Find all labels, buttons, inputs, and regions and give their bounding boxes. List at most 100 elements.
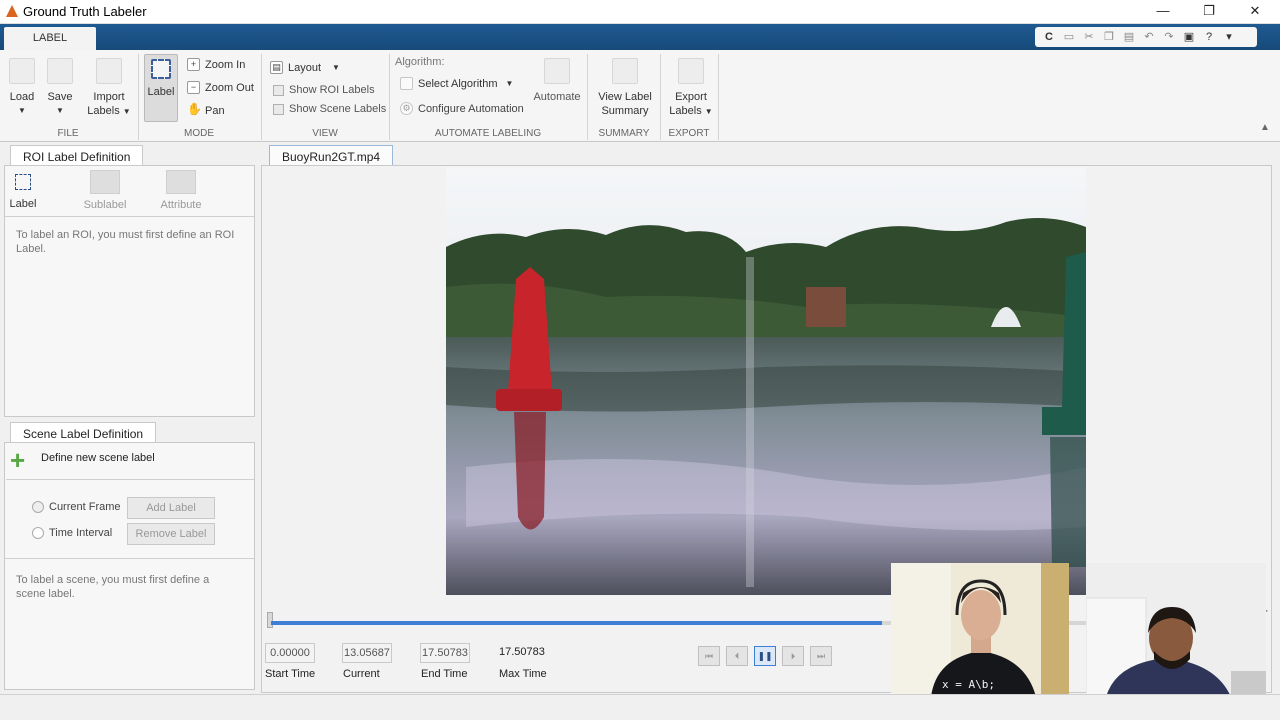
current-time-field[interactable]: 13.05687 (342, 643, 392, 663)
show-scene-labels-checkbox[interactable]: Show Scene Labels (273, 103, 386, 115)
layout-icon: ▤ (270, 61, 283, 74)
configure-automation-label: Configure Automation (418, 102, 524, 115)
video-image (446, 167, 1086, 595)
person-image (1086, 563, 1266, 697)
timeline-progress (271, 621, 883, 625)
pause-button[interactable]: ❚❚ (754, 646, 776, 666)
import-labels-button[interactable]: Import Labels ▼ (84, 58, 134, 119)
show-roi-labels-checkbox[interactable]: Show ROI Labels (273, 84, 375, 96)
gear-icon: ⚙ (400, 102, 413, 115)
load-button[interactable]: Load ▼ (6, 58, 38, 118)
max-time-label: Max Time (499, 668, 547, 680)
select-algorithm-dropdown[interactable]: Select Algorithm ▼ (400, 77, 513, 90)
save-icon[interactable]: ▭ (1061, 30, 1077, 44)
add-label-button[interactable]: Add Label (127, 497, 215, 519)
document-tab[interactable]: BuoyRun2GT.mp4 (269, 145, 394, 166)
remove-label-button[interactable]: Remove Label (127, 523, 215, 545)
load-label: Load (9, 91, 35, 103)
next-frame-button[interactable]: ⏵ (782, 646, 804, 666)
save-button[interactable]: Save ▼ (44, 58, 76, 118)
radio-icon (32, 501, 44, 513)
group-export: EXPORT (668, 128, 710, 139)
title-bar (0, 0, 1280, 24)
hand-icon: ✋ (187, 102, 202, 116)
previous-frame-button[interactable]: ⏴ (726, 646, 748, 666)
paste-icon[interactable]: ▤ (1121, 30, 1137, 44)
view-label-summary-button[interactable]: View Label Summary (594, 58, 656, 118)
zoom-out-button[interactable]: − Zoom Out (187, 81, 254, 94)
export-labels-button[interactable]: Export Labels ▼ (666, 58, 716, 119)
divider (5, 216, 254, 217)
divider (718, 54, 719, 140)
webcam-left: x = A\b; (891, 563, 1069, 697)
scene-hint-text: To label a scene, you must first define … (16, 574, 210, 600)
pan-button[interactable]: ✋ Pan (187, 102, 225, 117)
cut-icon[interactable]: ✂ (1081, 30, 1097, 44)
define-scene-label-button[interactable]: + Define new scene label (6, 444, 254, 480)
end-time-field[interactable]: 17.50783 (420, 643, 470, 663)
automate-button[interactable]: Automate (532, 58, 582, 104)
minimize-button[interactable]: — (1140, 0, 1186, 24)
undo-icon[interactable]: ↶ (1141, 30, 1157, 44)
add-icon: + (10, 445, 26, 475)
summary-icon (612, 58, 638, 84)
roi-select-icon (151, 59, 171, 79)
start-time-field[interactable]: 0.00000 (265, 643, 315, 663)
folder-icon (9, 58, 35, 84)
configure-automation-button[interactable]: ⚙ Configure Automation (400, 102, 524, 115)
show-roi-label: Show ROI Labels (289, 84, 375, 96)
roi-panel-tab[interactable]: ROI Label Definition (10, 145, 144, 166)
collapse-ribbon-icon[interactable]: ▲ (1260, 122, 1270, 133)
import-label-1: Import (93, 91, 125, 103)
person-image (891, 563, 1069, 697)
export-label-1: Export (675, 91, 707, 103)
copy-icon[interactable]: ❐ (1101, 30, 1117, 44)
label-mode-button[interactable]: Label (144, 54, 178, 122)
expand-icon[interactable]: ▾ (1221, 30, 1237, 44)
help-icon[interactable]: ? (1201, 30, 1217, 44)
pan-label: Pan (205, 104, 225, 117)
scene-panel-tab[interactable]: Scene Label Definition (10, 422, 157, 443)
group-file: FILE (57, 128, 79, 139)
tab-label[interactable]: LABEL (4, 27, 96, 50)
algorithm-label: Algorithm: (395, 56, 445, 68)
search-icon[interactable]: C (1041, 30, 1057, 44)
zoom-in-button[interactable]: + Zoom In (187, 58, 245, 71)
zoom-in-label: Zoom In (205, 58, 246, 71)
restore-button[interactable]: ❐ (1186, 0, 1232, 24)
group-view: VIEW (312, 128, 338, 139)
quick-access-toolbar: C ▭ ✂ ❐ ▤ ↶ ↷ ▣ ? ▾ (1035, 27, 1257, 47)
current-frame-radio[interactable]: Current Frame (32, 501, 121, 513)
max-time-value: 17.50783 (499, 646, 545, 658)
sublabel-text: Sublabel (83, 199, 127, 211)
end-time-label: End Time (421, 668, 468, 680)
close-button[interactable]: ✕ (1232, 0, 1278, 24)
first-frame-button[interactable]: ⏮ (698, 646, 720, 666)
shirt-text: x = A\b; (942, 678, 995, 691)
checkbox-icon (273, 84, 284, 96)
group-mode: MODE (184, 128, 214, 139)
video-frame[interactable] (446, 167, 1086, 595)
time-interval-radio[interactable]: Time Interval (32, 527, 112, 539)
define-scene-label-text: Define new scene label (41, 452, 155, 464)
timeline-start-handle[interactable] (267, 612, 273, 628)
zoom-out-label: Zoom Out (205, 81, 254, 94)
label-mode-label: Label (147, 86, 175, 98)
radio-icon (32, 527, 44, 539)
group-summary: SUMMARY (598, 128, 650, 139)
layout-button[interactable]: ▤ Layout ▼ (270, 61, 340, 74)
last-frame-button[interactable]: ⏭ (810, 646, 832, 666)
add-attribute-button[interactable]: Attribute (155, 170, 207, 212)
redo-icon[interactable]: ↷ (1161, 30, 1177, 44)
add-roi-label-button[interactable]: Label (8, 172, 38, 211)
roi-label-icon (15, 174, 31, 190)
layout-icon[interactable]: ▣ (1181, 30, 1197, 44)
start-time-label: Start Time (265, 668, 316, 680)
roi-label-text: Label (9, 198, 37, 210)
add-sublabel-button[interactable]: Sublabel (80, 170, 130, 212)
save-label: Save (47, 91, 73, 103)
import-label-2: Labels (87, 105, 120, 117)
zoom-out-icon: − (187, 81, 200, 94)
folder-icon (400, 77, 413, 90)
divider (5, 558, 254, 559)
